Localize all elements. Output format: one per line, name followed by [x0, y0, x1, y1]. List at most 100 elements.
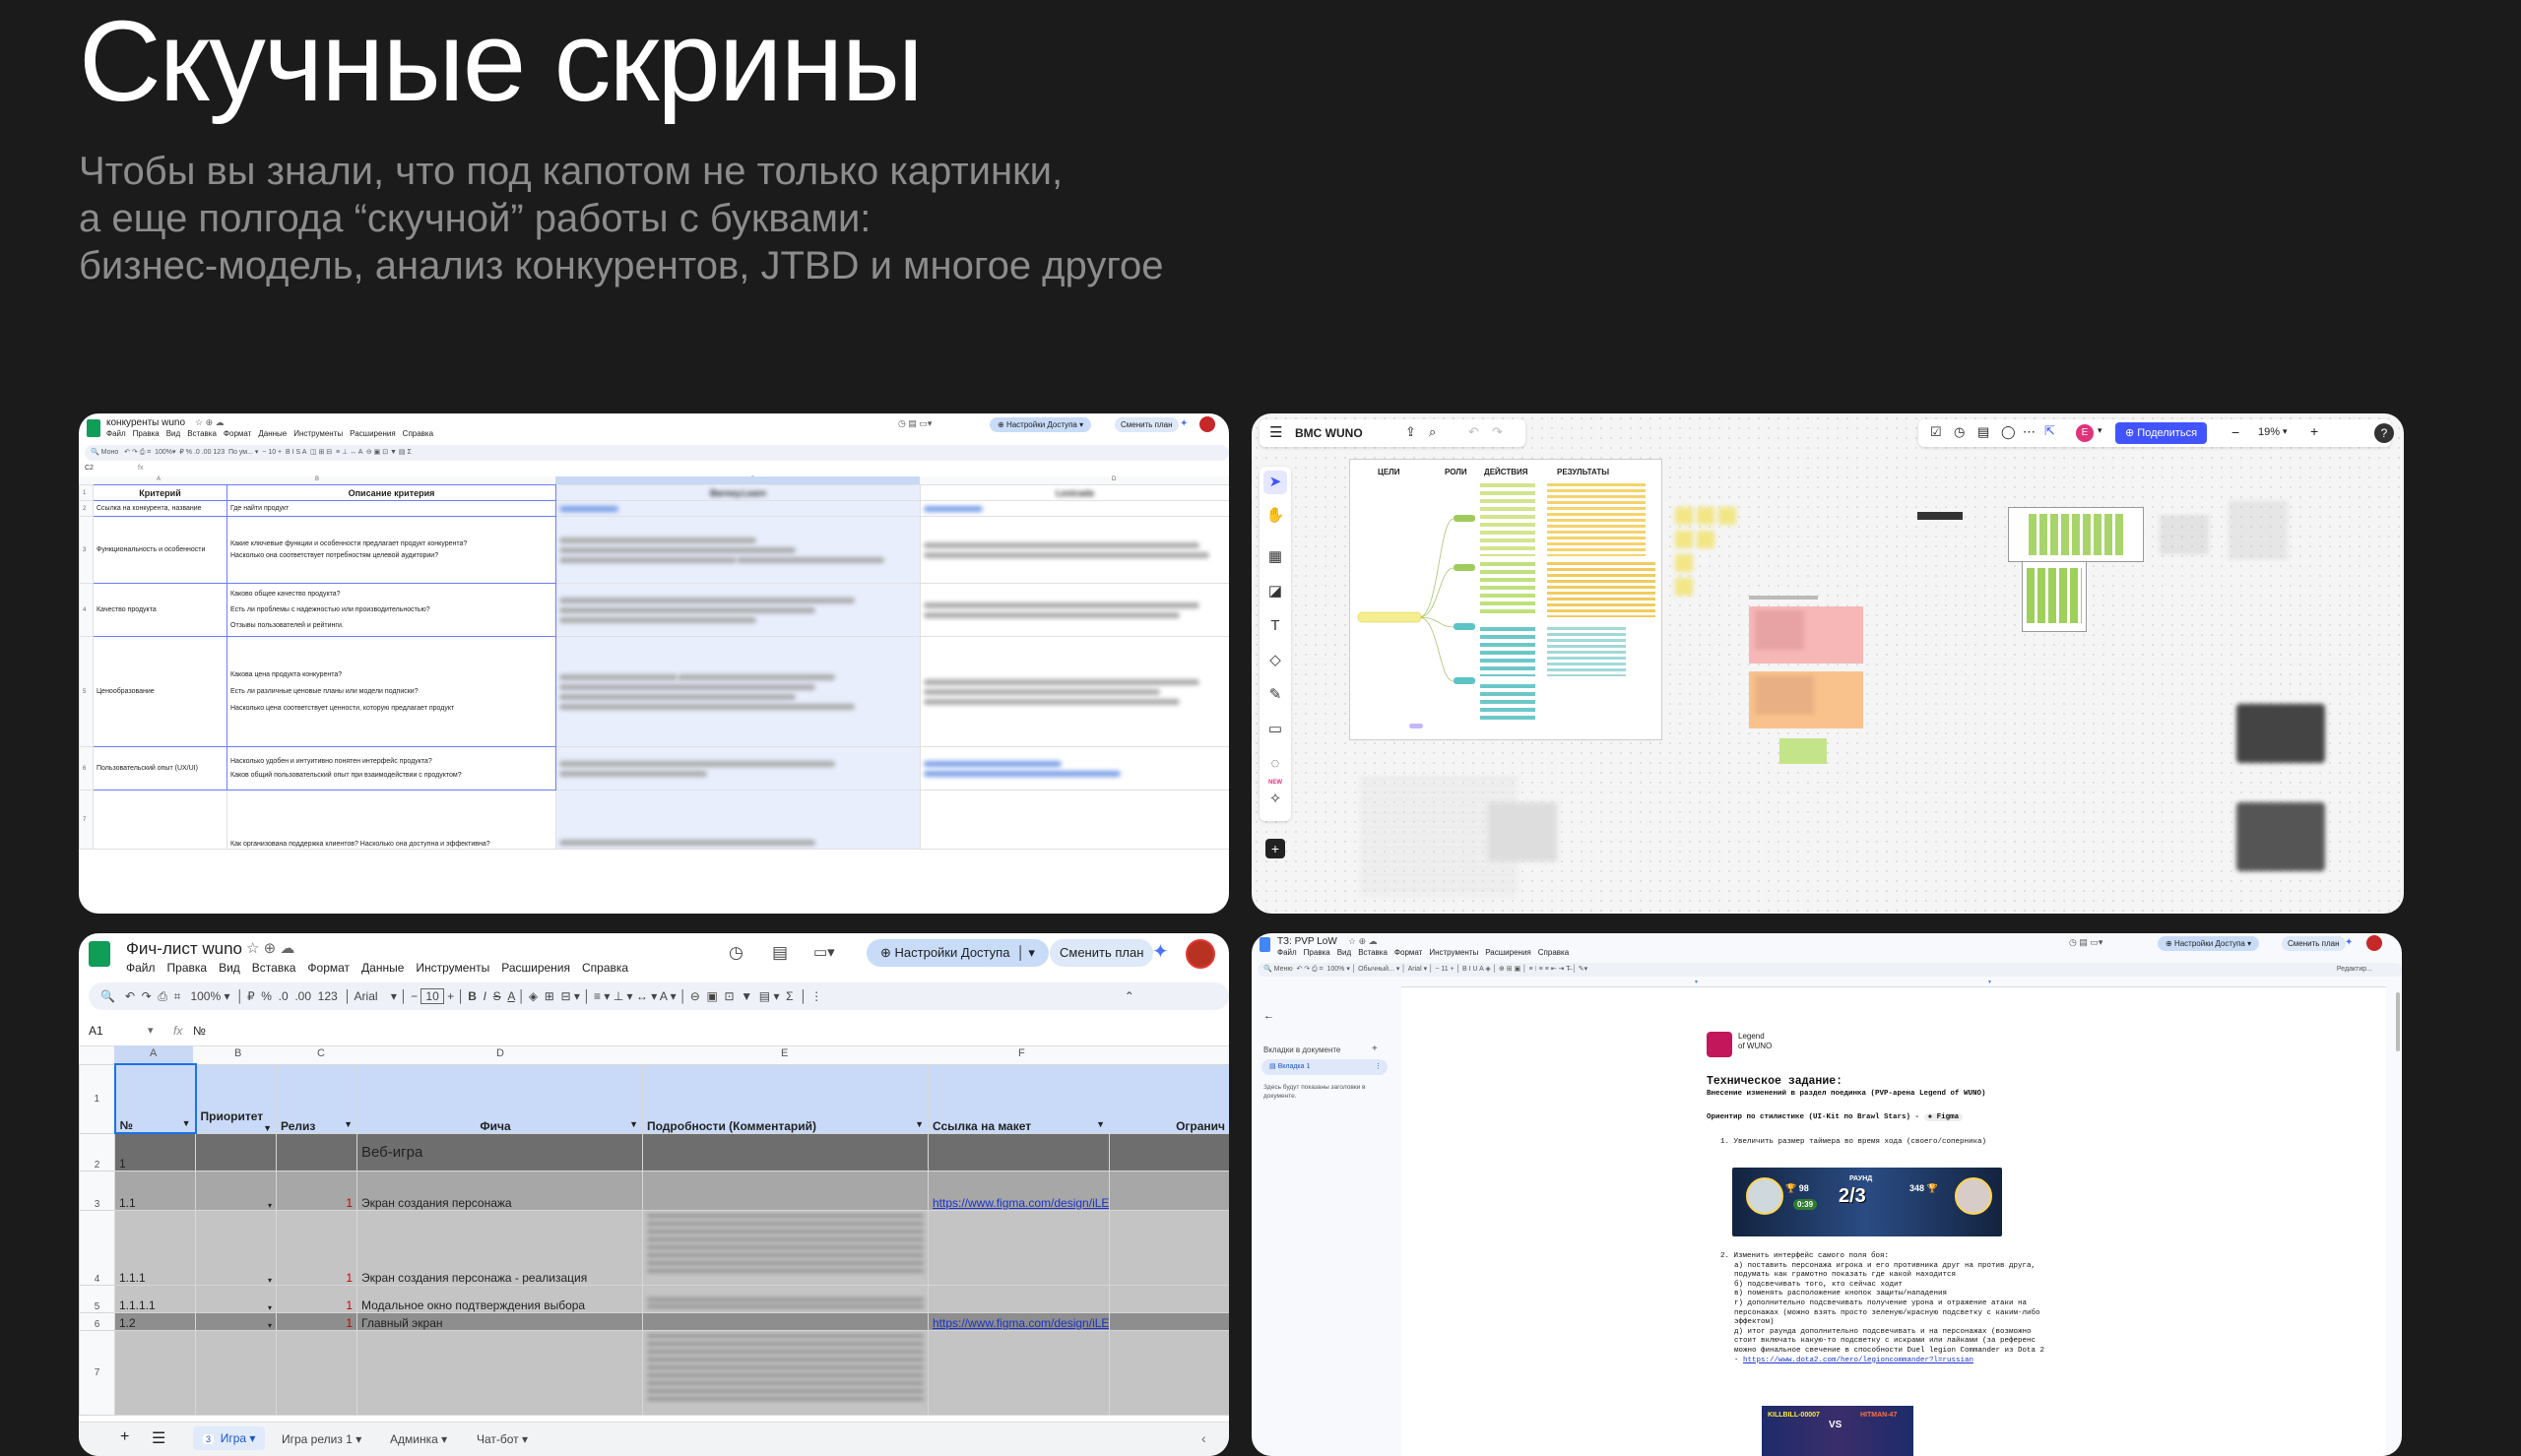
id-cell[interactable]: 1.2: [114, 1311, 196, 1331]
description-cell[interactable]: Какова цена продукта конкурента? Есть ли …: [226, 636, 556, 747]
text-tool-icon[interactable]: T: [1263, 614, 1287, 638]
column-letter[interactable]: D: [1112, 476, 1116, 482]
menu-item[interactable]: Формат: [307, 961, 350, 975]
search-icon[interactable]: 🔍: [100, 989, 115, 1003]
access-settings-button[interactable]: ⊕ Настройки Доступа ▾: [2158, 936, 2260, 951]
filter-icon[interactable]: ▼: [1096, 1119, 1105, 1129]
search-icon[interactable]: ⌕: [1429, 424, 1436, 440]
figma-chip[interactable]: ◈ Figma: [1923, 1113, 1964, 1121]
zoom-out-button[interactable]: −: [2231, 424, 2239, 440]
header-cell[interactable]: Релиз ▼: [276, 1063, 357, 1134]
chevron-down-icon[interactable]: ▾: [2283, 426, 2288, 437]
green-card[interactable]: [1779, 738, 1827, 764]
menu-item[interactable]: Вид: [166, 429, 180, 438]
menu-item[interactable]: Вставка: [252, 961, 296, 975]
description-cell[interactable]: Какие ключевые функции и особенности пре…: [226, 516, 556, 584]
release-cell[interactable]: 1: [276, 1209, 357, 1286]
zoom-in-button[interactable]: +: [2310, 423, 2318, 439]
menu-icon[interactable]: ☰: [1269, 423, 1282, 441]
feature-cell[interactable]: Веб-игра: [356, 1132, 643, 1171]
menu-item[interactable]: Вставка: [187, 429, 217, 438]
menu-item[interactable]: Формат: [224, 429, 251, 438]
dropdown-chevron-icon[interactable]: ▾: [195, 1209, 277, 1286]
screenshot-thumb[interactable]: [2236, 802, 2325, 871]
filter-icon[interactable]: ▼: [344, 1119, 353, 1129]
avatar[interactable]: E: [2076, 424, 2094, 442]
header-cell[interactable]: Описание критерия: [226, 484, 556, 501]
data-cell[interactable]: [920, 636, 1229, 747]
search-icon[interactable]: 🔍 Меню: [1263, 966, 1293, 973]
column-letter[interactable]: C: [317, 1047, 325, 1059]
data-cell[interactable]: [920, 583, 1229, 637]
menu-item[interactable]: Справка: [1538, 948, 1569, 957]
id-cell[interactable]: 1.1.1: [114, 1209, 196, 1286]
star-icon[interactable]: ☆ ⊕ ☁: [1348, 936, 1378, 947]
data-cell[interactable]: [555, 636, 921, 747]
filter-icon[interactable]: ▼: [263, 1123, 272, 1133]
zoom-level[interactable]: 19%: [2258, 426, 2280, 438]
shapes-tool-icon[interactable]: ◇: [1263, 649, 1287, 672]
description-cell[interactable]: Где найти продукт: [226, 500, 556, 517]
font-size[interactable]: 11: [1441, 966, 1448, 973]
description-cell[interactable]: Как организована поддержка клиентов? Нас…: [226, 790, 556, 850]
id-cell[interactable]: 1.1: [114, 1170, 196, 1211]
menu-item[interactable]: Данные: [361, 961, 404, 975]
comments-icon[interactable]: ▤: [772, 943, 788, 963]
formula-value[interactable]: №: [193, 1024, 206, 1038]
access-settings-button[interactable]: ⊕ Настройки Доступа ▾: [990, 417, 1092, 432]
video-call-icon[interactable]: ▭▾: [813, 943, 835, 961]
feature-cell[interactable]: Модальное окно подтверждения выбора: [356, 1284, 643, 1313]
figma-link[interactable]: https://www.figma.com/design/iLEFun: [928, 1311, 1110, 1331]
style-select[interactable]: Обычный...: [1358, 966, 1394, 973]
release-cell[interactable]: 1: [276, 1311, 357, 1331]
menu-item[interactable]: Расширения: [501, 961, 570, 975]
header-cell[interactable]: Фича ▼: [356, 1063, 643, 1134]
description-cell[interactable]: Каково общее качество продукта? Есть ли п…: [226, 583, 556, 637]
zoom-select[interactable]: 100%: [155, 449, 172, 456]
notes-icon[interactable]: ▤: [1977, 424, 1989, 440]
header-cell[interactable]: Приоритет ▼: [195, 1063, 277, 1134]
menu-item[interactable]: Инструменты: [293, 429, 343, 438]
filter-icon[interactable]: ▼: [182, 1118, 191, 1128]
sheet-tab[interactable]: Игра релиз 1 ▾: [282, 1432, 361, 1446]
bmc-frame[interactable]: [2008, 507, 2144, 562]
add-sheet-button[interactable]: +: [120, 1428, 129, 1446]
checklist-icon[interactable]: ☑: [1930, 424, 1942, 440]
hand-tool-icon[interactable]: ✋: [1263, 504, 1287, 528]
cell-reference[interactable]: A1: [89, 1024, 103, 1038]
column-letter[interactable]: B: [315, 476, 319, 482]
font-size[interactable]: 10: [268, 449, 276, 456]
header-cell[interactable]: № ▼: [113, 1063, 197, 1134]
header-cell[interactable]: Barney.Learn: [555, 484, 921, 501]
comment-icon[interactable]: ◯: [2001, 424, 2016, 440]
table-row[interactable]: 5 1.1.1.1 ▾ 1 Модальное окно подтвержден…: [79, 1284, 1229, 1313]
board-title[interactable]: BMC WUNO: [1295, 426, 1363, 440]
back-arrow-icon[interactable]: ←: [1263, 1010, 1274, 1022]
export-icon[interactable]: ⇪: [1405, 424, 1416, 440]
column-letter[interactable]: D: [496, 1047, 504, 1059]
gemini-icon[interactable]: ✦: [1152, 939, 1169, 964]
change-plan-button[interactable]: Сменить план: [1050, 939, 1154, 967]
frame-tool-icon[interactable]: ▦: [1263, 545, 1287, 569]
data-cell[interactable]: [555, 516, 921, 584]
menu-item[interactable]: Справка: [403, 429, 433, 438]
figma-link[interactable]: https://www.figma.com/design/iLEFun: [928, 1170, 1110, 1211]
table-row[interactable]: 3 1.1 ▾ 1 Экран создания персонажа https…: [79, 1170, 1229, 1211]
share-button[interactable]: ⊕ Поделиться: [2115, 422, 2208, 444]
avatar[interactable]: [1186, 939, 1215, 969]
menu-item[interactable]: Правка: [1304, 948, 1330, 957]
menu-item[interactable]: Инструменты: [1429, 948, 1478, 957]
header-cell[interactable]: Критерий: [93, 484, 227, 501]
data-cell[interactable]: [920, 516, 1229, 584]
release-cell[interactable]: 1: [276, 1170, 357, 1211]
chevron-down-icon[interactable]: ▾: [148, 1024, 154, 1037]
data-cell[interactable]: [920, 500, 1229, 517]
table-row[interactable]: 2 1 Веб-игра: [79, 1132, 1229, 1171]
menu-item[interactable]: Правка: [167, 961, 208, 975]
cursor-icon[interactable]: ⇱: [2044, 423, 2055, 439]
bmc-frame-2[interactable]: [2022, 561, 2087, 632]
select-tool-icon[interactable]: ➤: [1263, 471, 1287, 494]
scroll-left-icon[interactable]: ‹: [1201, 1430, 1206, 1446]
sidebar-tab[interactable]: ▤ Вкладка 1 ⋮: [1261, 1059, 1388, 1075]
header-cell[interactable]: Огранич: [1109, 1063, 1229, 1134]
